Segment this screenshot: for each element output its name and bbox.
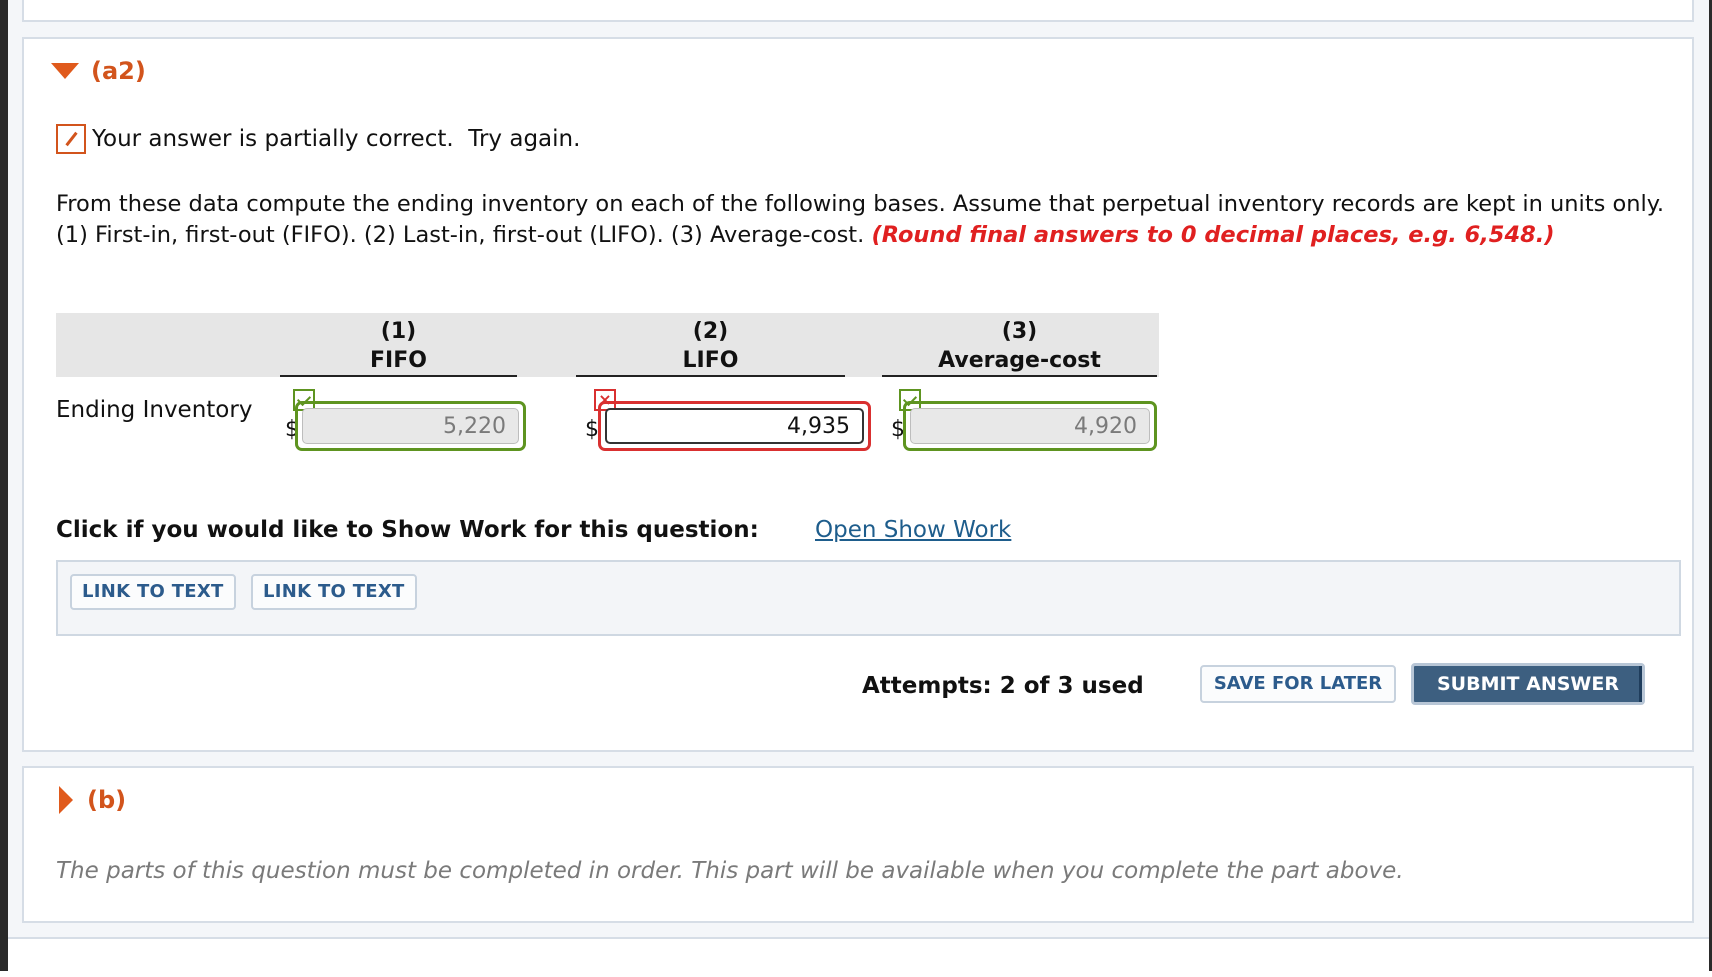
part-a2-header[interactable]: (a2) bbox=[51, 57, 146, 85]
column-header-fifo: (1) FIFO bbox=[280, 317, 517, 377]
part-a2-label: (a2) bbox=[91, 57, 146, 85]
part-b-header[interactable]: (b) bbox=[51, 786, 126, 814]
column-header-average-cost: (3) Average-cost bbox=[882, 317, 1157, 377]
question-text: From these data compute the ending inven… bbox=[56, 189, 1671, 251]
answer-status-text: Your answer is partially correct. Try ag… bbox=[92, 126, 581, 152]
currency-symbol: $ bbox=[585, 417, 599, 442]
link-to-text-box: LINK TO TEXT LINK TO TEXT bbox=[56, 560, 1681, 636]
window-frame-left bbox=[0, 0, 8, 971]
triangle-down-icon bbox=[51, 63, 79, 79]
page-content: (a2) Your answer is partially correct. T… bbox=[8, 0, 1709, 977]
row-label-ending-inventory: Ending Inventory bbox=[56, 397, 253, 423]
answer-table: (1) FIFO (2) LIFO (3) Average-cost Endin… bbox=[56, 313, 1159, 453]
open-show-work-link[interactable]: Open Show Work bbox=[815, 517, 1011, 543]
lifo-answer-field-wrapper bbox=[598, 401, 871, 451]
column-name: LIFO bbox=[682, 348, 739, 373]
average-cost-answer-field-wrapper bbox=[903, 401, 1157, 451]
column-name: FIFO bbox=[370, 348, 427, 373]
column-number: (2) bbox=[692, 319, 729, 344]
save-for-later-button[interactable]: SAVE FOR LATER bbox=[1200, 665, 1396, 703]
link-to-text-button-2[interactable]: LINK TO TEXT bbox=[251, 574, 417, 610]
pencil-icon bbox=[56, 124, 86, 154]
part-b-label: (b) bbox=[87, 786, 127, 814]
triangle-right-icon bbox=[59, 786, 73, 814]
next-part-panel bbox=[8, 937, 1709, 977]
show-work-prompt: Click if you would like to Show Work for… bbox=[56, 517, 759, 543]
part-a2-panel: (a2) Your answer is partially correct. T… bbox=[22, 37, 1694, 752]
rounding-hint: (Round final answers to 0 decimal places… bbox=[871, 222, 1555, 248]
part-b-locked-note: The parts of this question must be compl… bbox=[56, 858, 1404, 884]
column-name: Average-cost bbox=[938, 348, 1101, 373]
average-cost-answer-input[interactable] bbox=[910, 408, 1150, 444]
column-header-lifo: (2) LIFO bbox=[576, 317, 845, 377]
previous-part-panel bbox=[22, 0, 1694, 22]
submit-answer-button[interactable]: SUBMIT ANSWER bbox=[1411, 663, 1645, 705]
column-number: (3) bbox=[1001, 319, 1038, 344]
fifo-answer-field-wrapper bbox=[295, 401, 526, 451]
lifo-answer-input[interactable] bbox=[605, 408, 864, 444]
fifo-answer-input[interactable] bbox=[302, 408, 519, 444]
column-number: (1) bbox=[380, 319, 417, 344]
answer-status: Your answer is partially correct. Try ag… bbox=[56, 124, 580, 154]
part-b-panel: (b) The parts of this question must be c… bbox=[22, 766, 1694, 923]
link-to-text-button-1[interactable]: LINK TO TEXT bbox=[70, 574, 236, 610]
attempts-counter: Attempts: 2 of 3 used bbox=[862, 673, 1144, 699]
